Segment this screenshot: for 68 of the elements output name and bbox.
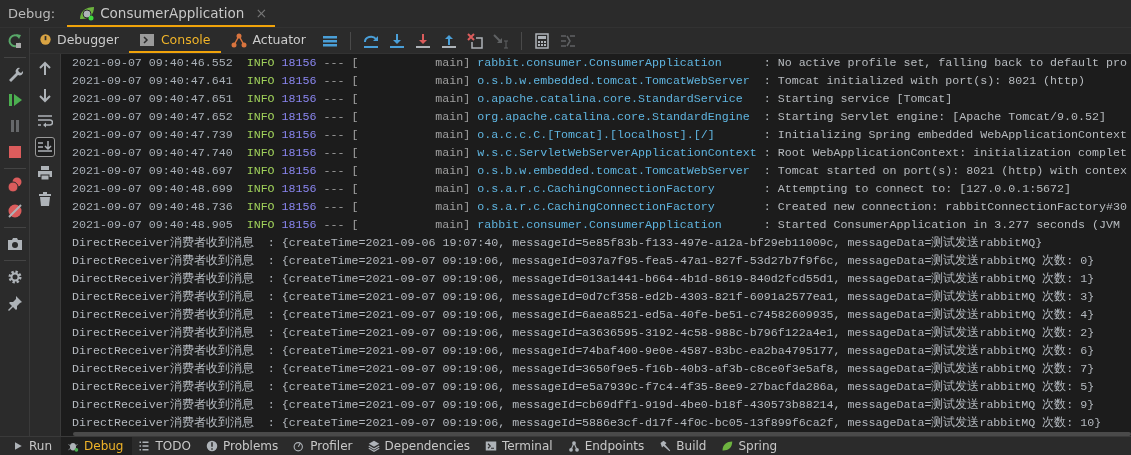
muted-breakpoint-icon[interactable] [6,203,23,219]
nodes-icon [567,440,580,452]
leaf-icon [721,440,734,452]
log-line: DirectReceiver消费者收到消息 : {createTime=2021-09-07 09:19:06, messageId=0d7cf358-ed2b-4303-821f-6091a2577ea1, messageData=测试发送rabbitMQ 次数: 3} [71,289,1095,305]
bug-icon [67,440,79,452]
log-line: 2021-09-07 09:40:47.641 INFO 18156 --- [ main] o.s.b.w.embedded.tomcat.TomcatWebServer : Tomcat initialized with port(s): 8021 (http) [71,73,1086,89]
tool-window-tab[interactable]: Build [653,437,716,455]
step-out-icon[interactable] [440,32,457,49]
log-line: 2021-09-07 09:40:48.905 INFO 18156 --- [ main] rabbit.consumer.ConsumerApplication : Started ConsumerApplication in 3.277 seconds (JVM [71,217,1120,233]
log-line: DirectReceiver消费者收到消息 : {createTime=2021-09-07 09:19:06, messageId=cb69dff1-919d-4be0-b18f-430573b88214, messageData=测试发送rabbitMQ 次数: 9} [71,397,1095,413]
force-step-into-icon[interactable] [414,32,431,49]
rerun-icon[interactable] [6,33,23,49]
tool-window-tab[interactable]: Problems [199,437,288,455]
layers-icon [367,440,380,452]
exclamation-icon [205,440,218,452]
list-icon [138,440,151,452]
log-line: 2021-09-07 09:40:48.699 INFO 18156 --- [ main] o.s.a.r.c.CachingConnectionFactory : Attempting to connect to: [127.0.0.1:5672] [71,181,1072,197]
log-line: DirectReceiver消费者收到消息 : {createTime=2021-09-06 19:07:40, messageId=5e85f83b-f133-497e-a12a-bf29eb11009c, messageData=测试发送rabbitMQ} [71,235,1043,251]
tool-window-tab[interactable]: Run [6,437,61,455]
step-into-icon[interactable] [388,32,405,49]
calculator-icon[interactable] [533,32,550,49]
log-line: DirectReceiver消费者收到消息 : {createTime=2021-09-07 09:19:06, messageId=013a1441-b664-4b1d-8619-840d2fcd55d1, messageData=测试发送rabbitMQ 次数: 1} [71,271,1095,287]
scroll-to-end-icon [37,139,53,155]
gauge-icon [293,440,306,452]
actuator-icon [230,31,247,48]
tool-window-tab[interactable]: Profiler [287,437,362,455]
log-line: 2021-09-07 09:40:47.651 INFO 18156 --- [ main] o.apache.catalina.core.StandardService : Starting service [Tomcat] [71,91,953,107]
log-line: 2021-09-07 09:40:47.739 INFO 18156 --- [ main] o.a.c.c.C.[Tomcat].[localhost].[/] : Initializing Spring embedded WebApplicationContext [71,127,1127,143]
tool-window-tab[interactable]: Dependencies [361,437,479,455]
printer-icon[interactable] [37,165,53,181]
tool-window-tab[interactable]: Endpoints [561,437,654,455]
log-line: DirectReceiver消费者收到消息 : {createTime=2021-09-07 09:19:06, messageId=e5a7939c-f7c4-4f35-8ee9-27bacfda286a, messageData=测试发送rabbitMQ 次数: 5} [71,379,1095,395]
soft-wrap-icon[interactable] [37,113,53,129]
stop-icon[interactable] [6,144,23,160]
arrow-down-icon[interactable] [37,87,53,103]
camera-icon[interactable] [6,236,23,252]
tool-window-tab[interactable]: TODO [132,437,200,455]
log-line: 2021-09-07 09:40:47.652 INFO 18156 --- [ main] org.apache.catalina.core.StandardEngine : Starting Servlet engine: [Apache Tomcat/9.0.52] [71,109,1106,125]
log-line: 2021-09-07 09:40:48.697 INFO 18156 --- [ main] o.s.b.w.embedded.tomcat.TomcatWebServer : Tomcat started on port(s): 8021 (http) with contex [71,163,1127,179]
log-line: 2021-09-07 09:40:47.740 INFO 18156 --- [ main] w.s.c.ServletWebServerApplicationContext : Root WebApplicationContext: initialization complet [71,145,1127,161]
pin-icon[interactable] [6,295,23,311]
log-line: DirectReceiver消费者收到消息 : {createTime=2021-09-07 09:19:06, messageId=74baf400-9e0e-4587-83bc-ea2ba4795177, messageData=测试发送rabbitMQ 次数: 6} [71,343,1095,359]
breakpoints-icon[interactable] [6,177,23,193]
tool-window-tab[interactable]: Debug [61,437,133,455]
log-line: DirectReceiver消费者收到消息 : {createTime=2021-09-07 09:19:06, messageId=5886e3cf-d17f-4f0c-bc05-13f899f6ca2f, messageData=测试发送rabbitMQ 次数: 10} [71,415,1102,431]
settings-icon[interactable] [6,269,23,285]
spring-bug-icon [79,4,96,21]
trash-icon[interactable] [37,191,53,207]
tool-window-tab[interactable]: Terminal [478,437,562,455]
panel-label: Debug: [7,5,57,23]
toggle-button[interactable] [35,137,55,157]
log-line: DirectReceiver消费者收到消息 : {createTime=2021-09-07 09:19:06, messageId=6aea8521-ed5a-40fe-be51-c74582609935, messageData=测试发送rabbitMQ 次数: 4} [71,307,1095,323]
debugger-icon [40,34,51,45]
terminal-icon [484,440,497,452]
view-tab[interactable]: Debugger [30,28,129,53]
console-icon [138,31,155,48]
play-icon [12,440,24,452]
hammer-icon [659,440,672,452]
arrow-up-icon[interactable] [37,61,53,77]
log-line: DirectReceiver消费者收到消息 : {createTime=2021-09-07 09:19:06, messageId=3650f9e5-f16b-40b3-af3b-c8ce0f3e5af8, messageData=测试发送rabbitMQ 次数: 7} [71,361,1095,377]
drop-frame-icon[interactable] [466,32,483,49]
resume-icon[interactable] [6,92,23,108]
tool-window-tab[interactable]: Spring [715,437,787,455]
log-line: DirectReceiver消费者收到消息 : {createTime=2021-09-07 09:19:06, messageId=037a7f95-fea5-47a1-827f-53d27b7f9f6c, messageData=测试发送rabbitMQ 次数: 0} [71,253,1095,269]
log-line: 2021-09-07 09:40:46.552 INFO 18156 --- [ main] rabbit.consumer.ConsumerApplication : No active profile set, falling back to default pro [71,55,1127,71]
view-tab[interactable]: Actuator [220,28,316,53]
log-line: 2021-09-07 09:40:48.736 INFO 18156 --- [ main] o.s.a.r.c.CachingConnectionFactory : Created new connection: rabbitConnectionFactory#30 [71,199,1127,215]
log-line: DirectReceiver消费者收到消息 : {createTime=2021-09-07 09:19:06, messageId=a3636595-3192-4c58-988c-b796f122a4e1, messageData=测试发送rabbitMQ 次数: 2} [71,325,1095,341]
